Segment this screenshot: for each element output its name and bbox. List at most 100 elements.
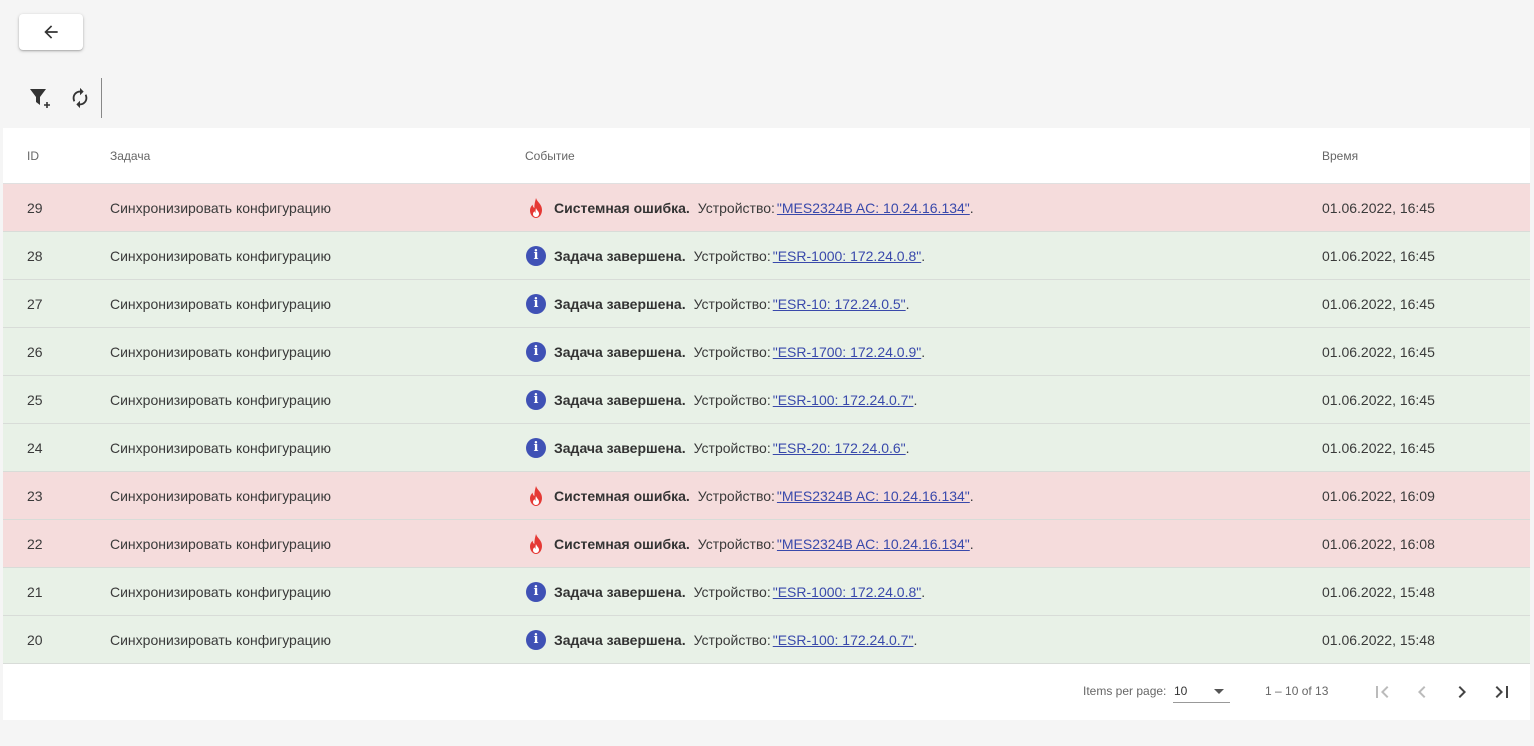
device-link[interactable]: "MES2324B AC: 10.24.16.134" bbox=[777, 200, 970, 216]
event-status: Задача завершена. bbox=[554, 343, 686, 360]
device-link[interactable]: "ESR-100: 172.24.0.7" bbox=[773, 632, 914, 648]
page-size-select[interactable]: 10 bbox=[1173, 678, 1230, 703]
device-link[interactable]: "ESR-1000: 172.24.0.8" bbox=[773, 584, 921, 600]
device-label: Устройство: bbox=[693, 343, 771, 360]
table-row[interactable]: 29 Синхронизировать конфигурацию Системная… bbox=[3, 184, 1530, 232]
next-page-button[interactable] bbox=[1448, 678, 1476, 706]
row-task: Синхронизировать конфигурацию bbox=[110, 199, 331, 216]
event-status: Системная ошибка. bbox=[554, 199, 690, 216]
info-icon: i bbox=[526, 293, 546, 314]
table-header: ID Задача Событие Время bbox=[3, 128, 1530, 184]
device-link[interactable]: "ESR-10: 172.24.0.5" bbox=[773, 296, 906, 312]
fire-icon bbox=[526, 197, 546, 219]
table-row[interactable]: 22 Синхронизировать конфигурацию Системная… bbox=[3, 520, 1530, 568]
column-header-time[interactable]: Время bbox=[1322, 149, 1358, 163]
row-time: 01.06.2022, 16:45 bbox=[1322, 295, 1435, 312]
first-page-button[interactable] bbox=[1368, 678, 1396, 706]
column-header-event[interactable]: Событие bbox=[525, 149, 575, 163]
row-event: Системная ошибка. Устройство: "MES2324B AC… bbox=[525, 520, 974, 567]
event-suffix: . bbox=[969, 199, 974, 216]
device-label: Устройство: bbox=[693, 583, 771, 600]
page-size-value: 10 bbox=[1174, 684, 1188, 698]
event-icon-wrapper: i bbox=[525, 581, 547, 603]
back-button[interactable] bbox=[19, 14, 83, 50]
event-icon-wrapper: i bbox=[525, 293, 547, 315]
row-task: Синхронизировать конфигурацию bbox=[110, 487, 331, 504]
device-label: Устройство: bbox=[693, 247, 771, 264]
table-row[interactable]: 23 Синхронизировать конфигурацию Системная… bbox=[3, 472, 1530, 520]
device-label: Устройство: bbox=[697, 199, 775, 216]
event-status: Задача завершена. bbox=[554, 295, 686, 312]
device-label: Устройство: bbox=[697, 535, 775, 552]
event-status: Задача завершена. bbox=[554, 631, 686, 648]
table-row[interactable]: 27 Синхронизировать конфигурацию i Задача з… bbox=[3, 280, 1530, 328]
page-range-label: 1 – 10 of 13 bbox=[1265, 684, 1329, 698]
row-task: Синхронизировать конфигурацию bbox=[110, 583, 331, 600]
refresh-button[interactable] bbox=[67, 85, 93, 111]
table-row[interactable]: 24 Синхронизировать конфигурацию i Задача з… bbox=[3, 424, 1530, 472]
row-event: i Задача завершена. Устройство: "ESR-1700: … bbox=[525, 328, 925, 375]
column-header-task[interactable]: Задача bbox=[110, 149, 150, 163]
device-link[interactable]: "MES2324B AC: 10.24.16.134" bbox=[777, 488, 970, 504]
row-id: 28 bbox=[27, 247, 43, 264]
first-page-icon bbox=[1376, 686, 1389, 698]
device-link[interactable]: "MES2324B AC: 10.24.16.134" bbox=[777, 536, 970, 552]
info-icon: i bbox=[526, 581, 546, 602]
device-link[interactable]: "ESR-1000: 172.24.0.8" bbox=[773, 248, 921, 264]
row-time: 01.06.2022, 16:45 bbox=[1322, 343, 1435, 360]
filter-add-button[interactable] bbox=[27, 85, 53, 111]
table-row[interactable]: 20 Синхронизировать конфигурацию i Задача з… bbox=[3, 616, 1530, 664]
device-link[interactable]: "ESR-1700: 172.24.0.9" bbox=[773, 344, 921, 360]
items-per-page-label: Items per page: bbox=[1083, 684, 1167, 698]
table-row[interactable]: 21 Синхронизировать конфигурацию i Задача з… bbox=[3, 568, 1530, 616]
row-id: 29 bbox=[27, 199, 43, 216]
row-task: Синхронизировать конфигурацию bbox=[110, 391, 331, 408]
table-row[interactable]: 26 Синхронизировать конфигурацию i Задача з… bbox=[3, 328, 1530, 376]
table-row[interactable]: 28 Синхронизировать конфигурацию i Задача з… bbox=[3, 232, 1530, 280]
event-suffix: . bbox=[969, 535, 974, 552]
device-link[interactable]: "ESR-20: 172.24.0.6" bbox=[773, 440, 906, 456]
info-icon: i bbox=[526, 245, 546, 266]
paginator: Items per page: 10 1 – 10 of 13 bbox=[3, 664, 1530, 720]
refresh-icon bbox=[72, 87, 88, 109]
info-icon: i bbox=[526, 341, 546, 362]
table-body: 29 Синхронизировать конфигурацию Системная… bbox=[3, 184, 1530, 664]
event-suffix: . bbox=[969, 487, 974, 504]
event-icon-wrapper bbox=[525, 533, 547, 555]
row-id: 27 bbox=[27, 295, 43, 312]
column-header-id[interactable]: ID bbox=[27, 149, 39, 163]
row-id: 26 bbox=[27, 343, 43, 360]
event-suffix: . bbox=[913, 391, 918, 408]
event-suffix: . bbox=[905, 295, 910, 312]
event-icon-wrapper: i bbox=[525, 437, 547, 459]
event-status: Системная ошибка. bbox=[554, 487, 690, 504]
row-event: i Задача завершена. Устройство: "ESR-20: 17… bbox=[525, 424, 910, 471]
event-icon-wrapper: i bbox=[525, 389, 547, 411]
table-row[interactable]: 25 Синхронизировать конфигурацию i Задача з… bbox=[3, 376, 1530, 424]
row-event: i Задача завершена. Устройство: "ESR-100: 1… bbox=[525, 376, 917, 423]
event-suffix: . bbox=[905, 439, 910, 456]
row-time: 01.06.2022, 16:09 bbox=[1322, 487, 1435, 504]
event-suffix: . bbox=[921, 583, 926, 600]
arrow-left-icon bbox=[44, 25, 58, 39]
events-table: ID Задача Событие Время 29 Синхронизирова… bbox=[3, 128, 1530, 720]
event-status: Задача завершена. bbox=[554, 247, 686, 264]
device-link[interactable]: "ESR-100: 172.24.0.7" bbox=[773, 392, 914, 408]
event-status: Системная ошибка. bbox=[554, 535, 690, 552]
row-time: 01.06.2022, 15:48 bbox=[1322, 631, 1435, 648]
row-task: Синхронизировать конфигурацию bbox=[110, 343, 331, 360]
device-label: Устройство: bbox=[693, 631, 771, 648]
event-status: Задача завершена. bbox=[554, 391, 686, 408]
row-task: Синхронизировать конфигурацию bbox=[110, 439, 331, 456]
info-icon: i bbox=[526, 437, 546, 458]
event-icon-wrapper bbox=[525, 197, 547, 219]
event-suffix: . bbox=[921, 343, 926, 360]
info-icon: i bbox=[526, 629, 546, 650]
row-time: 01.06.2022, 16:45 bbox=[1322, 247, 1435, 264]
previous-page-button[interactable] bbox=[1408, 678, 1436, 706]
chevron-left-icon bbox=[1418, 686, 1426, 698]
row-time: 01.06.2022, 16:45 bbox=[1322, 199, 1435, 216]
last-page-button[interactable] bbox=[1488, 678, 1516, 706]
row-event: i Задача завершена. Устройство: "ESR-10: 17… bbox=[525, 280, 910, 327]
filter-add-icon bbox=[30, 89, 50, 108]
